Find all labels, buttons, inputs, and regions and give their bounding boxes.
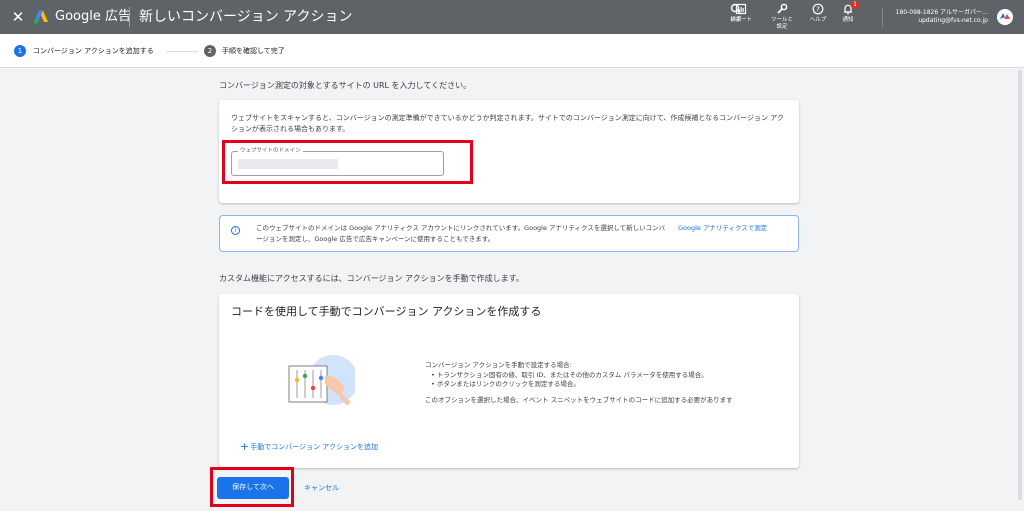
wrench-icon: [777, 3, 788, 14]
notifications-button[interactable]: 1 通知: [830, 1, 866, 33]
page-title: 新しいコンバージョン アクション: [139, 9, 353, 25]
manual-desc-intro: コンバージョン アクションを手動で設定する場合:: [425, 361, 572, 369]
step-1-number: 1: [14, 45, 26, 57]
report-icon: [735, 3, 747, 15]
manual-section-heading: カスタム機能にアクセスするには、コンバージョン アクションを手動で作成します。: [219, 274, 524, 283]
add-manual-conversion-label: 手動でコンバージョン アクションを追加: [250, 443, 378, 451]
step-2-number: 2: [204, 45, 216, 57]
notifications-label: 通知: [842, 17, 854, 23]
stepper: 1 コンバージョン アクションを追加する 2 手順を確認して完了: [0, 34, 1024, 68]
avatar[interactable]: [997, 9, 1013, 25]
scan-description: ウェブサイトをスキャンすると、コンバージョンの測定準備ができているかどうか判定さ…: [231, 114, 784, 133]
manual-bullets: トランザクション固有の値、取引 ID、またはその他のカスタム パラメータを使用す…: [425, 371, 791, 390]
website-section-heading: コンバージョン測定の対象とするサイトの URL を入力してください。: [219, 81, 472, 90]
step-2-label: 手順を確認して完了: [222, 47, 285, 55]
highlight-domain-field: [222, 140, 473, 184]
tools-settings-label: ツールと 設定: [770, 17, 793, 30]
manual-card: コードを使用して手動でコンバージョン アクションを作成する コンバージョン アク…: [219, 294, 799, 468]
analytics-info-banner: i このウェブサイトのドメインは Google アナリティクス アカウントにリン…: [219, 215, 799, 252]
manual-description: コンバージョン アクションを手動で設定する場合: トランザクション固有の値、取引…: [425, 361, 791, 405]
account-id: 180-098-1826 アルサーガパー…: [895, 9, 988, 16]
report-button[interactable]: レポート: [723, 3, 759, 33]
manual-bullet: ボタンまたはリンクのクリックを測定する場合。: [431, 380, 791, 390]
add-manual-conversion-link[interactable]: +手動でコンバージョン アクションを追加: [240, 441, 378, 453]
analytics-measure-link[interactable]: Google アナリティクスで測定: [678, 223, 767, 234]
manual-card-title: コードを使用して手動でコンバージョン アクションを作成する: [231, 305, 542, 318]
analytics-info-text: このウェブサイトのドメインは Google アナリティクス アカウントにリンクさ…: [256, 224, 666, 243]
account-info[interactable]: 180-098-1826 アルサーガパー… updating@fvs-net.c…: [896, 9, 988, 25]
report-label: レポート: [729, 17, 752, 23]
account-divider: [882, 7, 883, 27]
account-email: updating@fvs-net.co.jp: [918, 17, 988, 24]
step-1-label[interactable]: コンバージョン アクションを追加する: [33, 45, 154, 57]
google-ads-logo: [33, 10, 48, 24]
top-bar: ✕ Google 広告 新しいコンバージョン アクション 検索 レポート ツール…: [0, 0, 1024, 34]
plus-icon: +: [240, 440, 250, 453]
manual-note: このオプションを選択した場合、イベント スニペットをウェブサイトのコードに追加す…: [425, 395, 733, 404]
product-name: Google 広告: [55, 9, 131, 24]
highlight-save-button: [210, 467, 294, 507]
title-divider: [129, 7, 130, 27]
step-connector: [166, 51, 198, 52]
notification-badge: 1: [851, 1, 859, 9]
info-icon: i: [231, 226, 240, 235]
close-icon[interactable]: ✕: [10, 9, 26, 25]
cancel-button[interactable]: キャンセル: [304, 477, 339, 499]
help-icon: ?: [812, 3, 824, 15]
scrollbar[interactable]: [1018, 70, 1022, 500]
tools-settings-button[interactable]: ツールと 設定: [762, 3, 802, 33]
svg-text:?: ?: [816, 6, 820, 14]
manual-setup-illustration: [288, 355, 355, 406]
manual-bullet: トランザクション固有の値、取引 ID、またはその他のカスタム パラメータを使用す…: [431, 371, 791, 381]
